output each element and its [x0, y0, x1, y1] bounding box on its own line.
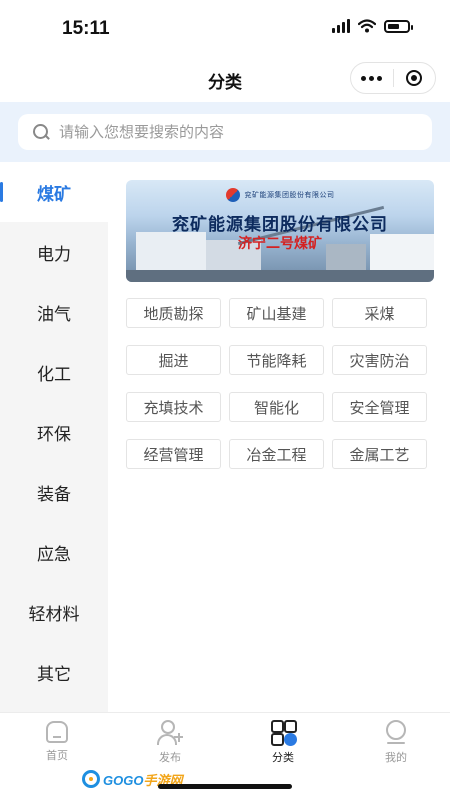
sidebar-item-label: 化工 [37, 364, 71, 384]
tab-label: 首页 [46, 750, 68, 762]
sidebar-item-light-materials[interactable]: 轻材料 [0, 582, 108, 642]
subcategory-tag[interactable]: 金属工艺 [332, 439, 427, 469]
banner-ground [126, 270, 434, 282]
tab-label: 分类 [272, 752, 294, 764]
tab-mine[interactable]: 我的 [356, 719, 436, 769]
subcategory-tag[interactable]: 灾害防治 [332, 345, 427, 375]
sidebar-item-label: 装备 [37, 484, 71, 504]
sidebar-item-label: 应急 [37, 544, 71, 564]
subcategory-row: 经营管理 冶金工程 金属工艺 [126, 439, 430, 469]
sidebar-item-label: 油气 [37, 304, 71, 324]
sidebar-item-environment[interactable]: 环保 [0, 402, 108, 462]
cellular-signal-icon [332, 19, 350, 33]
banner-logo-text: 兖矿能源集团股份有限公司 [244, 192, 335, 199]
sidebar-item-oil-gas[interactable]: 油气 [0, 282, 108, 342]
tab-label: 发布 [159, 752, 181, 764]
subcategory-tag[interactable]: 地质勘探 [126, 298, 221, 328]
company-logo-icon [225, 188, 240, 202]
add-user-icon [157, 719, 183, 745]
banner-company-name: 兖矿能源集团股份有限公司 [172, 215, 388, 235]
battery-fill [388, 23, 399, 29]
home-indicator[interactable] [158, 784, 292, 789]
tab-label: 我的 [385, 752, 407, 764]
sidebar-item-label: 环保 [37, 424, 71, 444]
search-box[interactable] [18, 114, 432, 150]
subcategory-tag[interactable]: 冶金工程 [229, 439, 324, 469]
target-icon [406, 70, 423, 86]
close-miniprogram-button[interactable] [393, 70, 435, 86]
subcategory-row: 地质勘探 矿山基建 采煤 [126, 298, 430, 328]
more-menu-icon[interactable] [351, 75, 393, 81]
miniprogram-capsule [350, 62, 436, 94]
status-icons [332, 19, 413, 33]
subcategory-grid: 地质勘探 矿山基建 采煤 掘进 节能降耗 灾害防治 充填技术 智能化 安全管理 … [126, 298, 430, 486]
sidebar-item-emergency[interactable]: 应急 [0, 522, 108, 582]
subcategory-row: 充填技术 智能化 安全管理 [126, 392, 430, 422]
subcategory-tag[interactable]: 充填技术 [126, 392, 221, 422]
tab-category[interactable]: 分类 [243, 719, 323, 769]
sidebar-item-coal[interactable]: 煤矿 [0, 162, 108, 222]
sidebar-item-power[interactable]: 电力 [0, 222, 108, 282]
sidebar-item-equipment[interactable]: 装备 [0, 462, 108, 522]
subcategory-row: 掘进 节能降耗 灾害防治 [126, 345, 430, 375]
subcategory-tag[interactable]: 节能降耗 [229, 345, 324, 375]
sidebar-item-label: 轻材料 [28, 604, 80, 624]
subcategory-tag[interactable]: 经营管理 [126, 439, 221, 469]
subcategory-tag[interactable]: 安全管理 [332, 392, 427, 422]
category-content: 兖矿能源集团股份有限公司 兖矿能源集团股份有限公司 济宁二号煤矿 地质勘探 矿山… [108, 162, 450, 712]
sidebar-item-label: 其它 [37, 664, 71, 684]
profile-icon [383, 719, 409, 745]
category-grid-icon [270, 719, 297, 746]
wifi-icon [358, 19, 376, 33]
banner-logo: 兖矿能源集团股份有限公司 [126, 188, 434, 202]
search-area [0, 102, 450, 162]
nav-bar: 分类 [0, 56, 450, 102]
tab-home[interactable]: 首页 [17, 719, 97, 769]
sidebar-item-label: 电力 [37, 244, 71, 264]
subcategory-tag[interactable]: 采煤 [332, 298, 427, 328]
category-sidebar: 煤矿 电力 油气 化工 环保 装备 应急 轻材料 其它 [0, 162, 108, 712]
watermark-icon [82, 770, 100, 788]
sidebar-item-chemical[interactable]: 化工 [0, 342, 108, 402]
search-input[interactable] [59, 123, 419, 141]
subcategory-tag[interactable]: 智能化 [229, 392, 324, 422]
subcategory-tag[interactable]: 掘进 [126, 345, 221, 375]
sidebar-item-label: 煤矿 [37, 184, 71, 204]
category-banner[interactable]: 兖矿能源集团股份有限公司 兖矿能源集团股份有限公司 济宁二号煤矿 [126, 180, 434, 282]
battery-icon [384, 19, 413, 33]
tab-publish[interactable]: 发布 [130, 719, 210, 769]
home-icon [46, 721, 68, 743]
banner-mine-name: 济宁二号煤矿 [238, 236, 322, 252]
subcategory-tag[interactable]: 矿山基建 [229, 298, 324, 328]
status-bar: 15:11 [0, 0, 450, 56]
search-icon [32, 123, 50, 141]
status-time: 15:11 [62, 18, 110, 39]
sidebar-item-other[interactable]: 其它 [0, 642, 108, 702]
